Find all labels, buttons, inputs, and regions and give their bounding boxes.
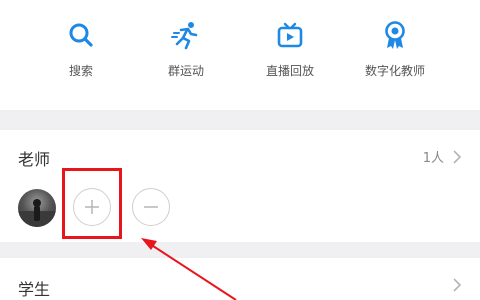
annotation-arrow <box>141 238 237 300</box>
